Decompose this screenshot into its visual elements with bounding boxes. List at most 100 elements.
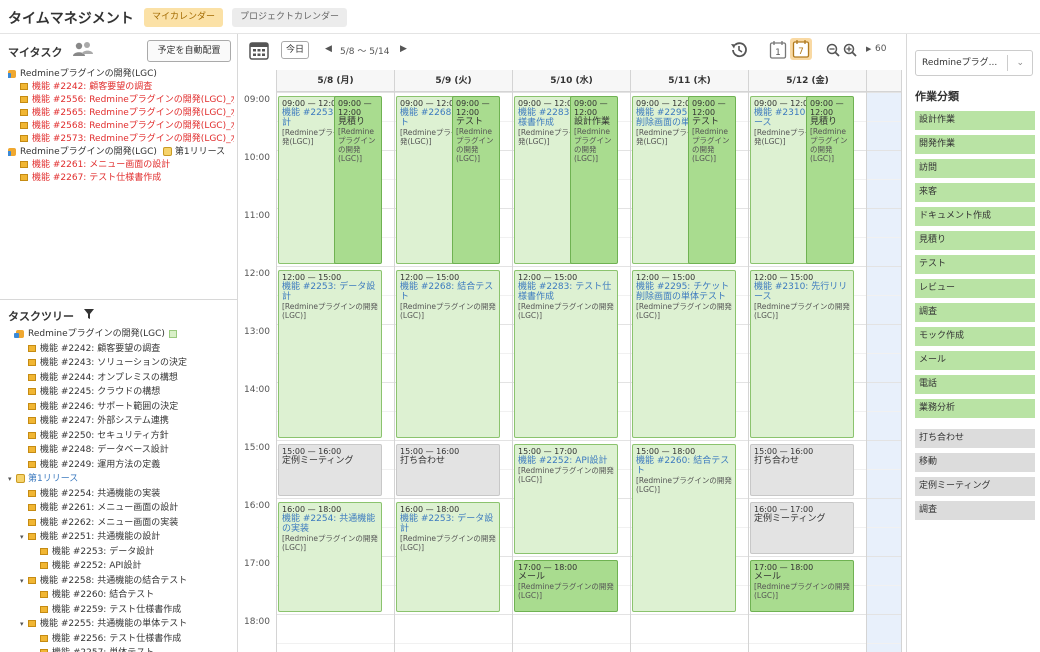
calendar-event[interactable]: 09:00 — 12:00 テスト [Redmineプラグインの開発(LGC)] (688, 96, 736, 264)
prev-week-icon[interactable]: ◀ (325, 44, 332, 54)
task-tree-row[interactable]: 機能 #2243: ソリューションの決定 (20, 357, 236, 370)
task-tree-label: 機能 #2243: ソリューションの決定 (40, 358, 188, 368)
calendar-event[interactable]: 09:00 — 12:00 見積り [Redmineプラグインの開発(LGC)] (806, 96, 854, 264)
my-task-row[interactable]: 機能 #2261: メニュー画面の設計 (20, 159, 234, 172)
zoom-level: 60 (875, 44, 887, 54)
expand-caret-icon[interactable]: ▾ (20, 575, 28, 588)
calendar-event[interactable]: 09:00 — 12:00 見積り [Redmineプラグインの開発(LGC)] (334, 96, 382, 264)
task-tree-row[interactable]: 機能 #2259: テスト仕様書作成 (32, 604, 236, 617)
expand-caret-icon[interactable]: ▾ (20, 531, 28, 544)
work-category-item[interactable]: テスト (915, 255, 1035, 274)
work-category-item[interactable]: メール (915, 351, 1035, 370)
task-tree-row[interactable]: 機能 #2262: メニュー画面の実装 (20, 517, 236, 530)
task-tree-row[interactable]: 機能 #2246: サポート範囲の決定 (20, 401, 236, 414)
work-category-item[interactable]: 設計作業 (915, 111, 1035, 130)
my-task-row[interactable]: Redmineプラグインの開発(LGC) (8, 68, 234, 81)
task-tree-row[interactable]: 機能 #2250: セキュリティ方針 (20, 430, 236, 443)
calendar-event[interactable]: 12:00 — 15:00 機能 #2253: データ設計 [Redmineプラグイ… (278, 270, 382, 438)
calendar-event[interactable]: 15:00 — 18:00 機能 #2260: 結合テスト [Redmineプラグイ… (632, 444, 736, 612)
work-category-item[interactable]: 調査 (915, 303, 1035, 322)
project-color-swatch (168, 329, 177, 338)
work-category-item[interactable]: 訪問 (915, 159, 1035, 178)
week-view-button[interactable]: 7 (790, 38, 812, 60)
work-category-item[interactable]: 見積り (915, 231, 1035, 250)
my-task-row[interactable]: 機能 #2568: Redmineプラグインの開発(LGC)_水口 (20, 120, 234, 133)
event-project: [Redmineプラグインの開発(LGC)] (810, 127, 848, 163)
task-tree-row[interactable]: 機能 #2244: オンプレミスの構想 (20, 372, 236, 385)
tab-project-calendar[interactable]: プロジェクトカレンダー (232, 8, 348, 27)
calendar-event[interactable]: 17:00 — 18:00 メール [Redmineプラグインの開発(LGC)] (750, 560, 854, 612)
day-divider (630, 70, 631, 652)
work-category-item[interactable]: 調査 (915, 501, 1035, 520)
calendar-event[interactable]: 15:00 — 17:00 機能 #2252: API設計 [Redmineプラグイ… (514, 444, 618, 554)
my-task-row[interactable]: 機能 #2242: 顧客要望の調査 (20, 81, 234, 94)
task-tree-row[interactable]: 機能 #2261: メニュー画面の設計 (20, 502, 236, 515)
task-tree-row[interactable]: 機能 #2254: 共通機能の実装 (20, 488, 236, 501)
next-week-icon[interactable]: ▶ (400, 44, 407, 54)
task-tree-row[interactable]: Redmineプラグインの開発(LGC) (8, 328, 236, 341)
auto-schedule-button[interactable]: 予定を自動配置 (147, 40, 231, 62)
work-category-item[interactable]: 開発作業 (915, 135, 1035, 154)
task-tree-row[interactable]: 機能 #2253: データ設計 (32, 546, 236, 559)
chevron-down-icon: ⌄ (1016, 58, 1024, 68)
my-task-row[interactable]: 機能 #2573: Redmineプラグインの開発(LGC)_水口 (20, 133, 234, 146)
calendar-event[interactable]: 15:00 — 16:00 打ち合わせ (396, 444, 500, 496)
work-category-item[interactable]: モック作成 (915, 327, 1035, 346)
task-tree-row[interactable]: 機能 #2248: データベース設計 (20, 444, 236, 457)
work-category-item[interactable]: 移動 (915, 453, 1035, 472)
event-time: 09:00 — 12:00 (456, 99, 490, 117)
today-button[interactable]: 今日 (281, 41, 309, 59)
calendar-event[interactable]: 15:00 — 16:00 定例ミーティング (278, 444, 382, 496)
task-tree-label: 機能 #2256: テスト仕様書作成 (52, 633, 182, 644)
project-select[interactable]: Redmineプラグ... ⌄ (915, 50, 1033, 76)
task-tree-row[interactable]: 機能 #2247: 外部システム連携 (20, 415, 236, 428)
calendar-event[interactable]: 16:00 — 18:00 機能 #2254: 共通機能の実装 [Redmineプラ… (278, 502, 382, 612)
task-icon (28, 533, 36, 540)
task-tree-row[interactable]: 機能 #2256: テスト仕様書作成 (32, 633, 236, 646)
task-tree-row[interactable]: 機能 #2249: 運用方法の定義 (20, 459, 236, 472)
work-category-item[interactable]: 業務分析 (915, 399, 1035, 418)
calendar-event[interactable]: 17:00 — 18:00 メール [Redmineプラグインの開発(LGC)] (514, 560, 618, 612)
calendar-event[interactable]: 12:00 — 15:00 機能 #2310: 先行リリース [Redmineプラグ… (750, 270, 854, 438)
work-category-item[interactable]: 電話 (915, 375, 1035, 394)
task-tree-row[interactable]: 機能 #2252: API設計 (32, 560, 236, 573)
expand-caret-icon[interactable]: ▾ (8, 473, 16, 486)
task-tree-row[interactable]: ▾ 機能 #2255: 共通機能の単体テスト (20, 618, 236, 631)
expand-caret-icon[interactable]: ▾ (20, 618, 28, 631)
task-icon (28, 431, 36, 439)
my-task-row[interactable]: 機能 #2267: テスト仕様書作成 (20, 172, 234, 185)
work-category-item[interactable]: 来客 (915, 183, 1035, 202)
work-category-item[interactable]: 定例ミーティング (915, 477, 1035, 496)
day-view-icon[interactable]: 1 (769, 40, 787, 60)
tab-my-calendar[interactable]: マイカレンダー (144, 8, 224, 27)
task-tree-row[interactable]: 機能 #2257: 単体テスト (32, 647, 236, 652)
event-time: 17:00 — 18:00 (518, 563, 578, 572)
history-icon[interactable] (729, 40, 749, 60)
calendar-event[interactable]: 16:00 — 18:00 機能 #2253: データ設計 [Redmineプラグイ… (396, 502, 500, 612)
calendar-icon[interactable] (249, 40, 269, 60)
calendar-event[interactable]: 09:00 — 12:00 テスト [Redmineプラグインの開発(LGC)] (452, 96, 500, 264)
filter-icon[interactable] (84, 309, 94, 319)
zoom-in-icon[interactable] (843, 43, 857, 57)
task-tree-row[interactable]: ▾ 第1リリース (8, 473, 236, 486)
calendar-event[interactable]: 16:00 — 17:00 定例ミーティング (750, 502, 854, 554)
calendar-event[interactable]: 09:00 — 12:00 設計作業 [Redmineプラグインの開発(LGC)] (570, 96, 618, 264)
zoom-out-icon[interactable] (826, 43, 840, 57)
calendar-event[interactable]: 12:00 — 15:00 機能 #2283: テスト仕様書作成 [Redmineプ… (514, 270, 618, 438)
calendar-event[interactable]: 12:00 — 15:00 機能 #2268: 結合テスト [Redmineプラグイ… (396, 270, 500, 438)
my-task-row[interactable]: 機能 #2556: Redmineプラグインの開発(LGC)_水口 (20, 94, 234, 107)
task-tree-row[interactable]: ▾ 機能 #2258: 共通機能の結合テスト (20, 575, 236, 588)
hour-label: 14:00 (244, 385, 270, 395)
task-tree-row[interactable]: ▾ 機能 #2251: 共通機能の設計 (20, 531, 236, 544)
task-tree-row[interactable]: 機能 #2242: 顧客要望の調査 (20, 343, 236, 356)
work-category-item[interactable]: ドキュメント作成 (915, 207, 1035, 226)
app-title: タイムマネジメント (8, 11, 134, 27)
work-category-item[interactable]: レビュー (915, 279, 1035, 298)
calendar-event[interactable]: 15:00 — 16:00 打ち合わせ (750, 444, 854, 496)
task-tree-row[interactable]: 機能 #2260: 結合テスト (32, 589, 236, 602)
my-task-row[interactable]: 機能 #2565: Redmineプラグインの開発(LGC)_水口 (20, 107, 234, 120)
calendar-event[interactable]: 12:00 — 15:00 機能 #2295: チケット削除画面の単体テスト [Re… (632, 270, 736, 438)
work-category-item[interactable]: 打ち合わせ (915, 429, 1035, 448)
task-tree-row[interactable]: 機能 #2245: クラウドの構想 (20, 386, 236, 399)
my-task-row[interactable]: Redmineプラグインの開発(LGC) 第1リリース (8, 146, 234, 159)
